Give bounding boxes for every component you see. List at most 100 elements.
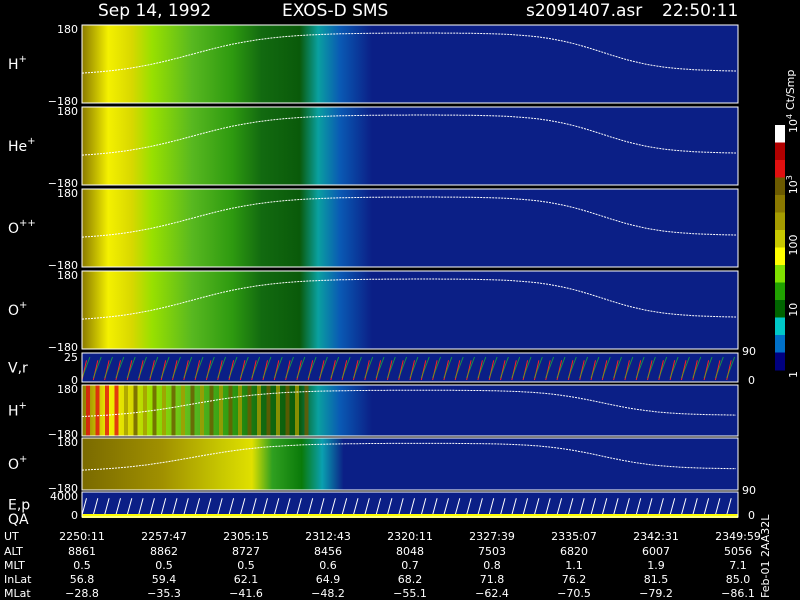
energy-band bbox=[238, 385, 242, 436]
side-label: Feb-01 2AA32L bbox=[759, 514, 772, 598]
table-cell: −55.1 bbox=[393, 587, 427, 600]
panel-5-rtick-bottom: 0 bbox=[748, 374, 755, 387]
table-cell: 2250:11 bbox=[59, 530, 105, 543]
table-cell: 2349:59 bbox=[715, 530, 761, 543]
table-cell: 8727 bbox=[232, 545, 260, 558]
energy-band bbox=[304, 385, 309, 436]
table-cell: 2342:31 bbox=[633, 530, 679, 543]
colorbar-segment bbox=[775, 142, 785, 161]
colorbar: 104 103 100 10 1 bbox=[775, 114, 800, 378]
colorbar-tick-exponent: 4 bbox=[785, 114, 794, 119]
table-cell: 0.7 bbox=[401, 559, 419, 572]
energy-band bbox=[105, 385, 109, 436]
colorbar-tick: 103 bbox=[785, 175, 800, 194]
time-table: UTALTMLTInLatMLat2250:1188610.556.8−28.8… bbox=[4, 530, 761, 600]
table-cell: −62.4 bbox=[475, 587, 509, 600]
table-cell: 6007 bbox=[642, 545, 670, 558]
energy-band bbox=[181, 385, 185, 436]
colorbar-tick: 1 bbox=[787, 371, 800, 378]
table-cell: 2305:15 bbox=[223, 530, 269, 543]
colorbar-segment bbox=[775, 317, 785, 336]
table-row-label: ALT bbox=[4, 545, 23, 558]
panel-7-species: O+ bbox=[8, 454, 27, 473]
panel-7-charge: + bbox=[19, 454, 27, 465]
table-cell: 0.5 bbox=[237, 559, 255, 572]
colorbar-segment bbox=[775, 300, 785, 318]
table-cell: −86.1 bbox=[721, 587, 755, 600]
energy-band bbox=[257, 385, 261, 436]
energy-band bbox=[228, 385, 233, 436]
colorbar-segment bbox=[775, 352, 785, 371]
table-row-label: MLT bbox=[4, 559, 25, 572]
spectrogram-figure: Sep 14, 1992 EXOS-D SMS s2091407.asr 22:… bbox=[4, 1, 800, 600]
colorbar-segment bbox=[775, 247, 785, 266]
colorbar-segment bbox=[775, 195, 785, 213]
panel-6-background bbox=[82, 385, 738, 436]
panel-2-species: He+ bbox=[8, 136, 36, 155]
panel-6-species: H+ bbox=[8, 401, 27, 420]
table-row-label: InLat bbox=[4, 573, 32, 586]
panel-4-background bbox=[82, 271, 738, 349]
panel-5-rtick-top: 90 bbox=[742, 345, 756, 358]
table-cell: 56.8 bbox=[70, 573, 95, 586]
panel-3-charge: ++ bbox=[19, 218, 36, 229]
spectrogram-panels bbox=[81, 24, 739, 518]
panel-8-ytick-bottom: 0 bbox=[71, 509, 78, 522]
table-cell: 8862 bbox=[150, 545, 178, 558]
table-cell: −28.8 bbox=[65, 587, 99, 600]
table-cell: −35.3 bbox=[147, 587, 181, 600]
colorbar-segment bbox=[775, 265, 785, 283]
panel-3-background bbox=[82, 189, 738, 267]
table-cell: 2335:07 bbox=[551, 530, 597, 543]
panel-1-species: H+ bbox=[8, 54, 27, 73]
table-cell: −79.2 bbox=[639, 587, 673, 600]
energy-band bbox=[295, 385, 299, 436]
panel-1-ytick-top: 180 bbox=[57, 23, 78, 36]
panel-8-rtick-bottom: 0 bbox=[748, 509, 755, 522]
table-cell: 81.5 bbox=[644, 573, 669, 586]
table-cell: 6820 bbox=[560, 545, 588, 558]
table-cell: 7.1 bbox=[729, 559, 747, 572]
panel-6-ytick-top: 180 bbox=[57, 383, 78, 396]
panel-6-charge: + bbox=[19, 401, 27, 412]
header-file: s2091407.asr bbox=[526, 1, 642, 21]
table-cell: 1.9 bbox=[647, 559, 665, 572]
energy-band bbox=[162, 385, 166, 436]
energy-band bbox=[190, 385, 195, 436]
energy-band bbox=[266, 385, 271, 436]
table-cell: 2312:43 bbox=[305, 530, 351, 543]
panel-1-background bbox=[82, 25, 738, 103]
colorbar-segment bbox=[775, 177, 785, 196]
colorbar-segment bbox=[775, 125, 785, 143]
table-cell: 85.0 bbox=[726, 573, 751, 586]
colorbar-segment bbox=[775, 230, 785, 248]
table-cell: 8861 bbox=[68, 545, 96, 558]
colorbar-segment bbox=[775, 282, 785, 301]
panel-2-background bbox=[82, 107, 738, 185]
table-cell: 71.8 bbox=[480, 573, 505, 586]
energy-band bbox=[200, 385, 204, 436]
panel-1-charge: + bbox=[19, 54, 27, 65]
table-cell: 62.1 bbox=[234, 573, 259, 586]
panel-4-ytick-top: 180 bbox=[57, 269, 78, 282]
table-row-label: MLat bbox=[4, 587, 31, 600]
table-cell: 76.2 bbox=[562, 573, 587, 586]
colorbar-tick-exponent: 3 bbox=[785, 175, 794, 180]
panel-7-ytick-top: 180 bbox=[57, 436, 78, 449]
table-cell: 0.6 bbox=[319, 559, 337, 572]
header-mission: EXOS-D SMS bbox=[282, 1, 388, 21]
panel-8-second-label: QA bbox=[8, 512, 29, 528]
colorbar-segment bbox=[775, 335, 785, 353]
colorbar-tick: 100 bbox=[787, 235, 800, 256]
panel-5-ytick-top: 25 bbox=[64, 351, 78, 364]
panel-2-charge: + bbox=[27, 136, 35, 147]
table-cell: 2257:47 bbox=[141, 530, 187, 543]
table-cell: 2320:11 bbox=[387, 530, 433, 543]
energy-band bbox=[114, 385, 119, 436]
panel-5-species: V,r bbox=[8, 361, 28, 377]
panel-4-charge: + bbox=[19, 300, 27, 311]
energy-band bbox=[86, 385, 90, 436]
colorbar-tick: 10 bbox=[787, 303, 800, 317]
table-cell: −48.2 bbox=[311, 587, 345, 600]
energy-band bbox=[133, 385, 138, 436]
